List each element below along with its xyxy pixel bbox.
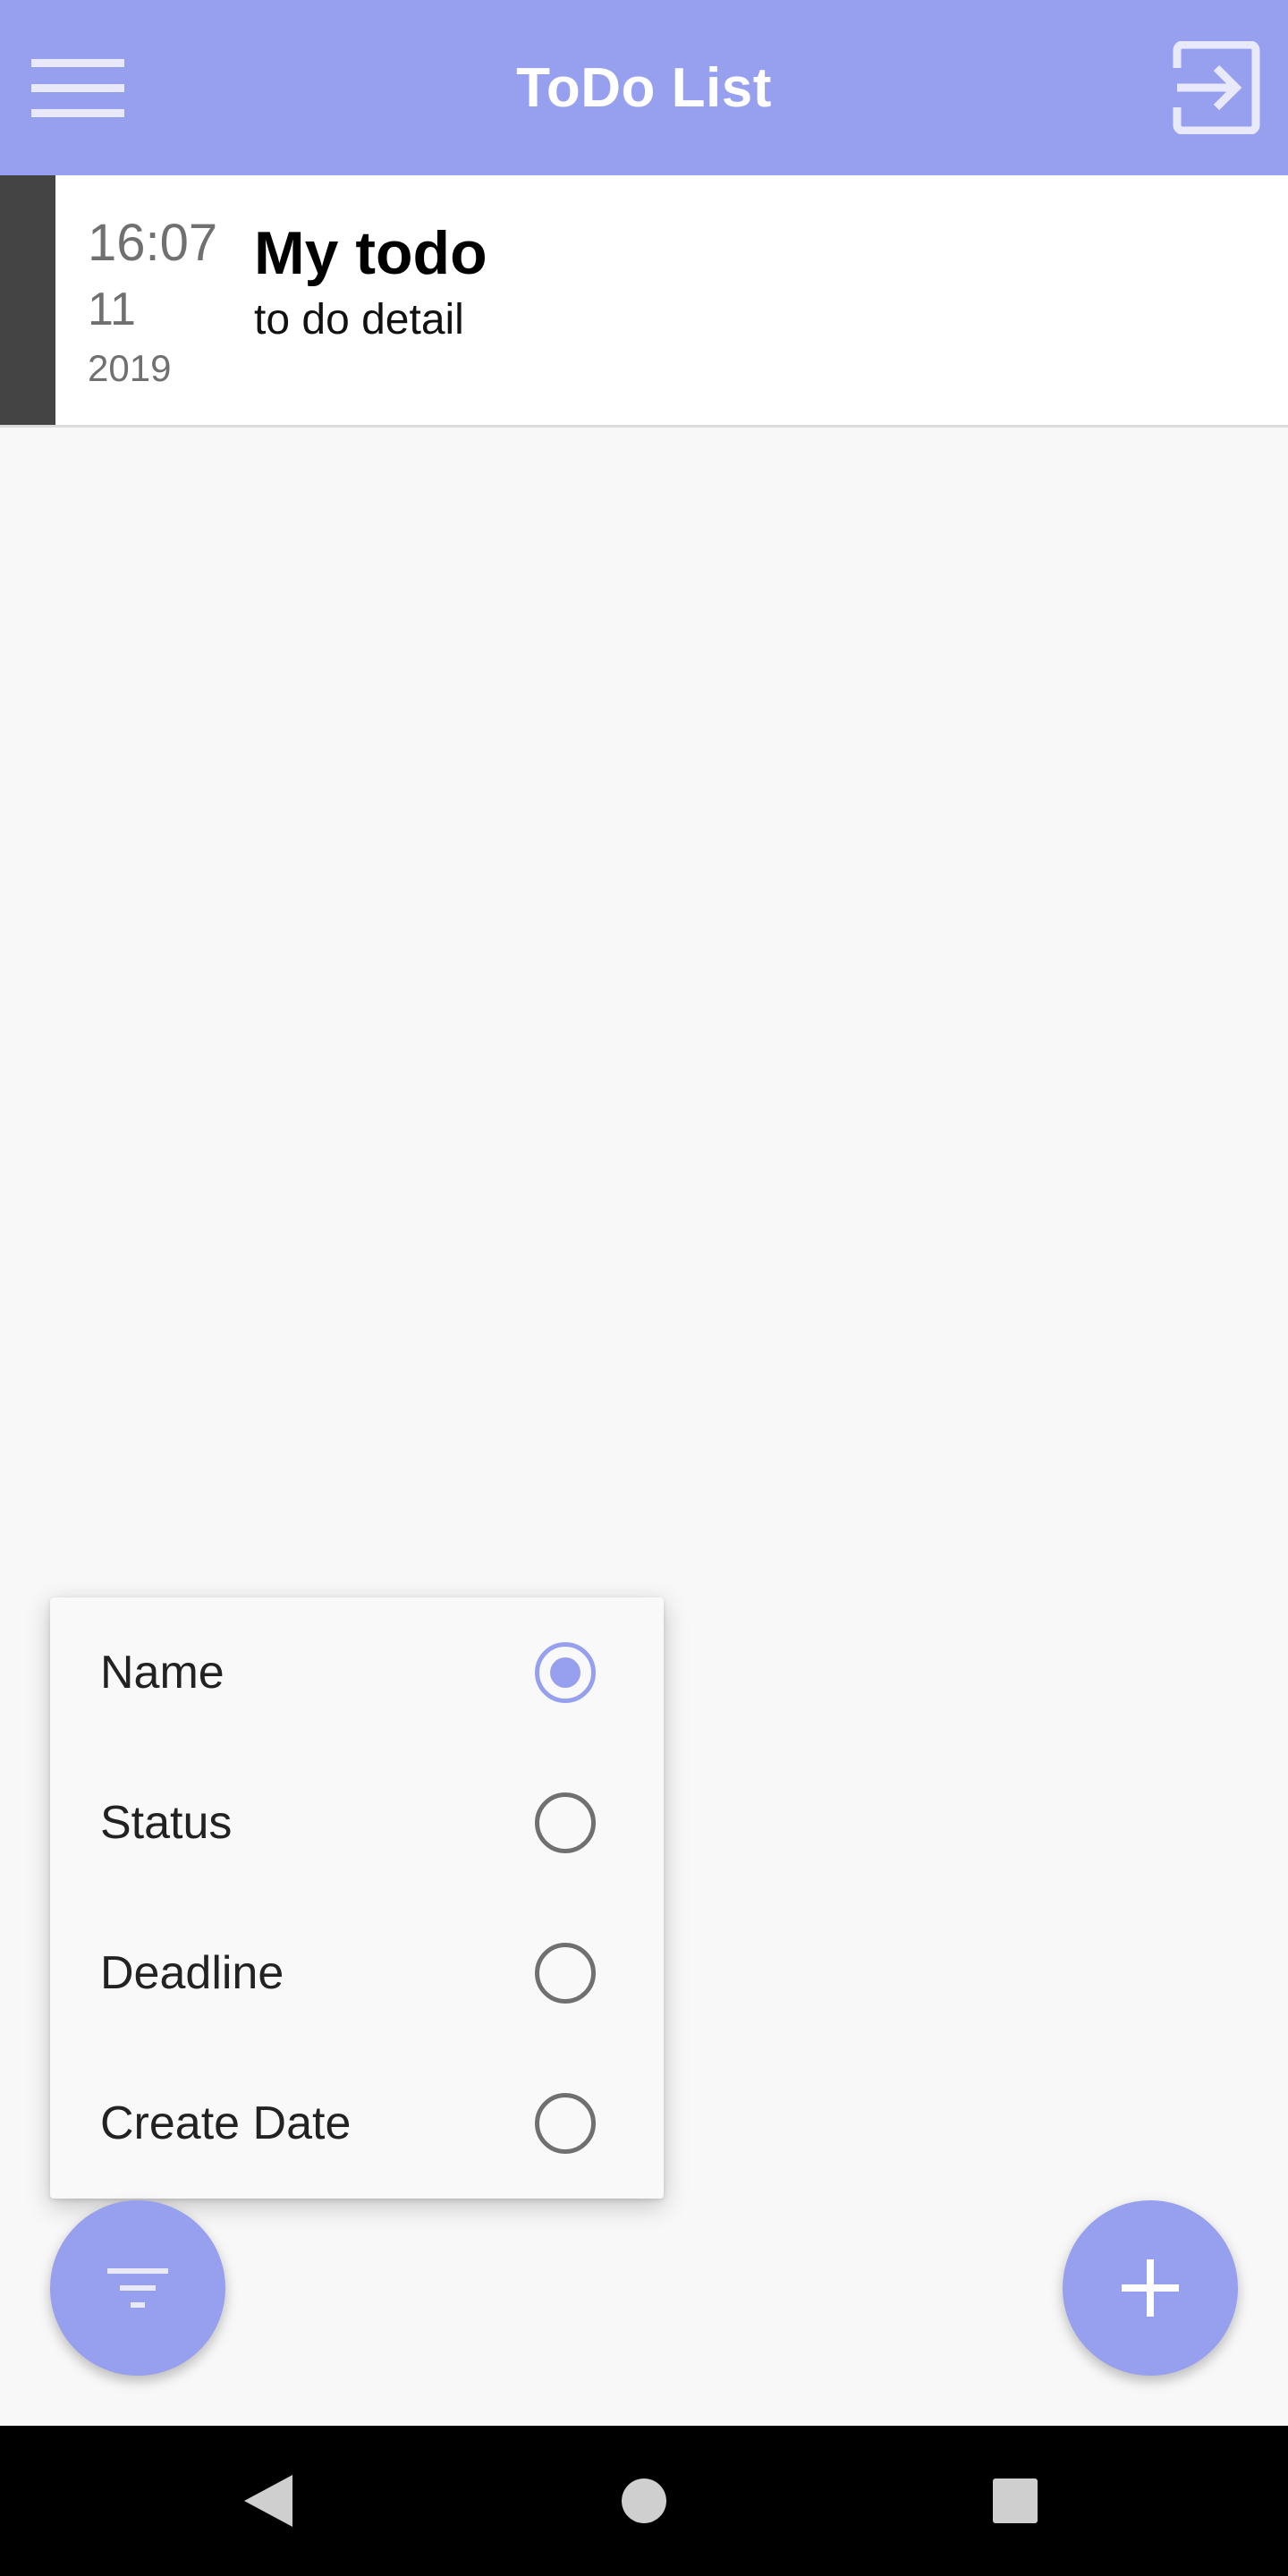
sort-option-name[interactable]: Name bbox=[50, 1597, 664, 1748]
back-button[interactable] bbox=[224, 2456, 313, 2546]
sort-option-label: Name bbox=[100, 1647, 225, 1699]
radio-button[interactable] bbox=[535, 2093, 596, 2154]
sort-option-create-date[interactable]: Create Date bbox=[50, 2048, 664, 2199]
exit-to-app-icon bbox=[1173, 41, 1260, 134]
filter-list-icon bbox=[107, 2268, 168, 2308]
radio-button-checked[interactable] bbox=[535, 1642, 596, 1703]
recents-button[interactable] bbox=[970, 2456, 1060, 2546]
app-bar: ToDo List bbox=[0, 0, 1288, 175]
radio-button[interactable] bbox=[535, 1792, 596, 1853]
home-circle-icon bbox=[622, 2479, 666, 2523]
logout-button[interactable] bbox=[1161, 32, 1272, 143]
todo-item[interactable]: 16:07 11 2019 My todo to do detail bbox=[0, 175, 1288, 428]
filter-fab[interactable] bbox=[50, 2200, 225, 2376]
system-nav-bar bbox=[0, 2426, 1288, 2576]
add-todo-fab[interactable] bbox=[1063, 2200, 1238, 2376]
page-title: ToDo List bbox=[516, 56, 772, 119]
hamburger-menu-icon bbox=[31, 59, 124, 117]
todo-status-bar bbox=[0, 175, 55, 425]
sort-menu: Name Status Deadline Create Date bbox=[50, 1597, 664, 2199]
menu-button[interactable] bbox=[18, 34, 138, 141]
todo-time: 16:07 bbox=[88, 214, 218, 272]
todo-detail: to do detail bbox=[254, 296, 464, 343]
sort-option-label: Deadline bbox=[100, 1947, 284, 1999]
todo-year: 2019 bbox=[88, 347, 172, 389]
sort-option-label: Create Date bbox=[100, 2097, 352, 2149]
sort-option-label: Status bbox=[100, 1797, 233, 1849]
back-triangle-icon bbox=[244, 2475, 292, 2527]
todo-name: My todo bbox=[254, 219, 487, 287]
todo-day: 11 bbox=[88, 284, 136, 335]
sort-option-deadline[interactable]: Deadline bbox=[50, 1898, 664, 2048]
sort-option-status[interactable]: Status bbox=[50, 1748, 664, 1898]
recents-square-icon bbox=[993, 2479, 1038, 2523]
screen: ToDo List 16:07 11 2019 My todo to do de… bbox=[0, 0, 1288, 2576]
home-button[interactable] bbox=[599, 2456, 689, 2546]
radio-button[interactable] bbox=[535, 1943, 596, 2004]
plus-icon bbox=[1122, 2259, 1179, 2317]
